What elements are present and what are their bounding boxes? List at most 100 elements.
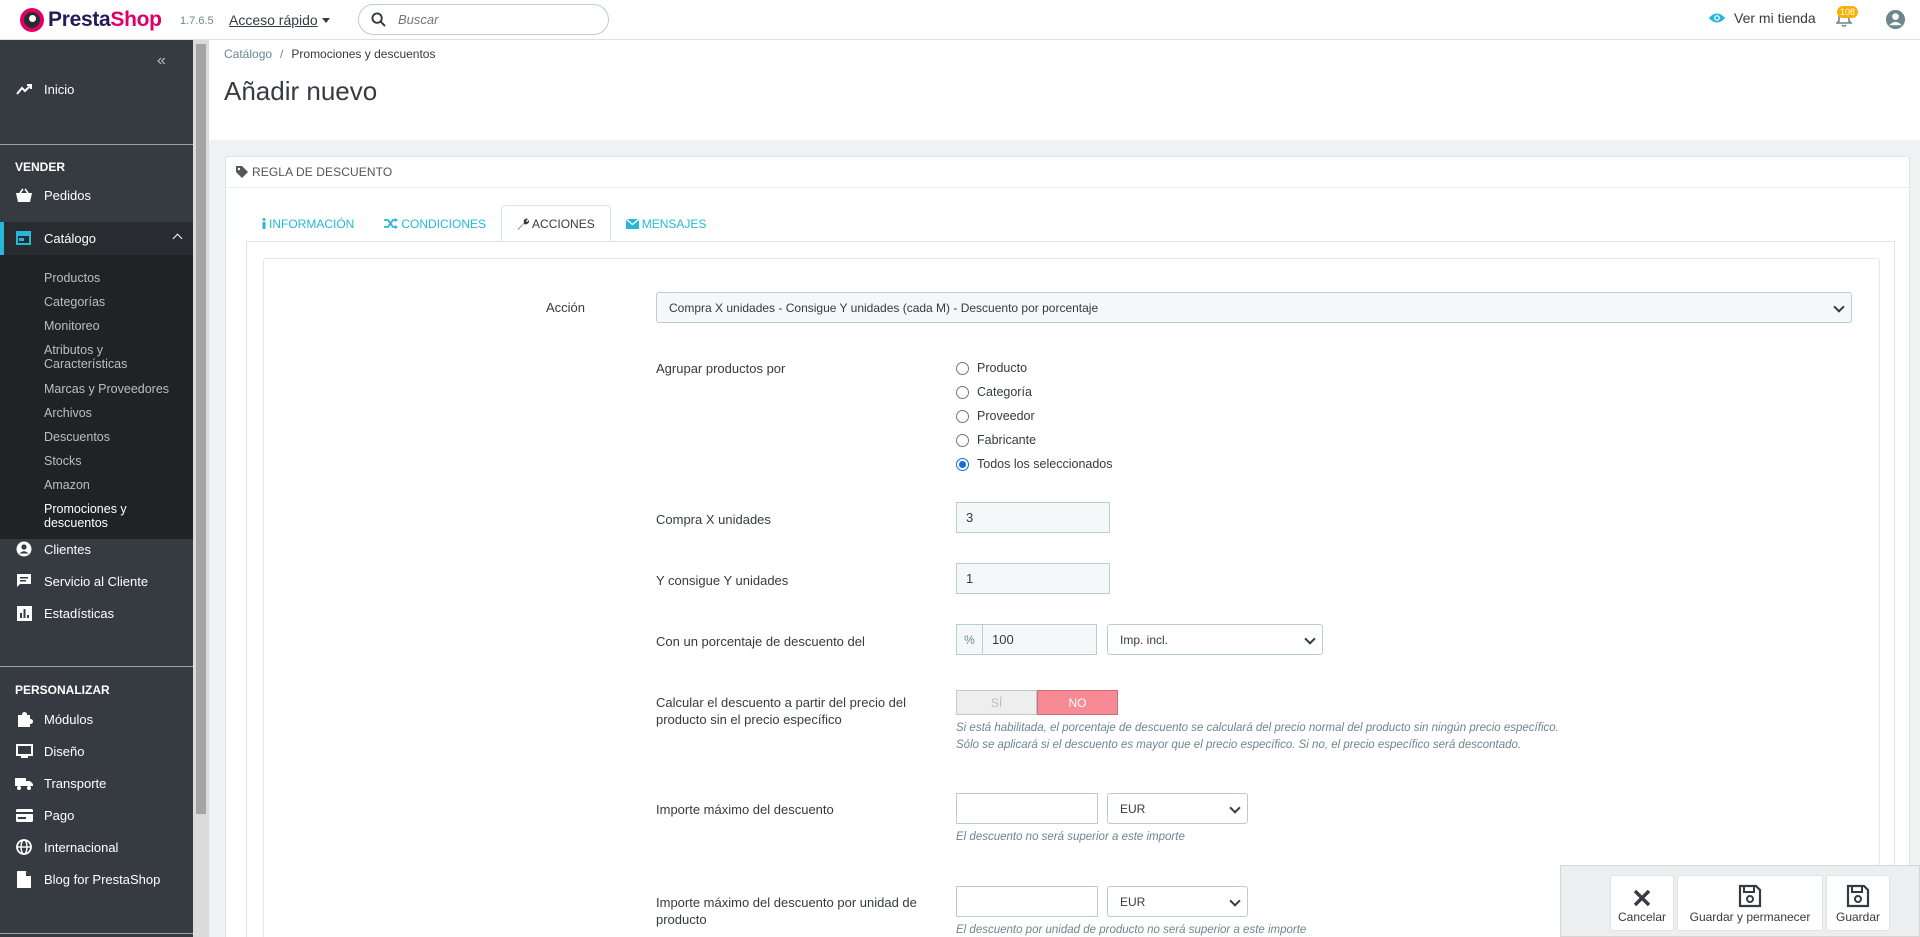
truck-icon xyxy=(15,774,33,792)
sidebar-subitem-files[interactable]: Archivos xyxy=(44,406,92,420)
sidebar-subitem-brands[interactable]: Marcas y Proveedores xyxy=(44,382,169,396)
tab-actions[interactable]: ACCIONES xyxy=(501,205,611,242)
panel-heading: REGLA DE DESCUENTO xyxy=(226,157,1909,188)
tax-select[interactable]: Imp. incl. xyxy=(1107,624,1323,655)
sidebar-subitem-promotions[interactable]: Promociones y descuentos xyxy=(44,502,127,530)
floppy-disk-icon xyxy=(1846,884,1870,908)
view-shop-link[interactable]: Ver mi tienda xyxy=(1708,10,1816,26)
catalog-submenu: Productos Categorías Monitoreo Atributos… xyxy=(0,255,193,539)
version-label: 1.7.6.5 xyxy=(180,15,214,27)
tab-messages[interactable]: MENSAJES xyxy=(611,205,722,242)
chevron-up-icon xyxy=(172,233,183,244)
group-option-category[interactable]: Categoría xyxy=(956,385,1032,399)
sidebar-divider xyxy=(0,666,193,667)
radio-button[interactable] xyxy=(956,361,969,375)
breadcrumb-catalog-link[interactable]: Catálogo xyxy=(224,47,272,61)
store-icon xyxy=(15,230,32,248)
tab-conditions[interactable]: CONDICIONES xyxy=(369,205,501,242)
breadcrumb: Catálogo / Promociones y descuentos xyxy=(224,47,436,61)
radio-button[interactable] xyxy=(956,433,969,447)
prestashop-logo[interactable]: PrestaShop xyxy=(20,8,162,32)
globe-icon xyxy=(15,838,33,856)
document-icon xyxy=(15,870,33,888)
quick-access-dropdown[interactable]: Acceso rápido xyxy=(229,12,330,28)
percent-input[interactable]: 100 xyxy=(982,624,1097,655)
sidebar-item-catalog[interactable]: Catálogo xyxy=(0,222,193,255)
group-option-supplier[interactable]: Proveedor xyxy=(956,409,1035,423)
calc-label: Calcular el descuento a partir del preci… xyxy=(656,695,907,727)
buy-x-label: Compra X unidades xyxy=(656,512,771,527)
sidebar-divider xyxy=(0,933,193,934)
chevron-down-icon xyxy=(1304,633,1316,645)
notifications-badge: 108 xyxy=(1837,6,1859,18)
radio-button[interactable] xyxy=(956,385,969,399)
calc-help-text: Si está habilitada, el porcentaje de des… xyxy=(956,722,1559,751)
cancel-button[interactable]: Cancelar xyxy=(1610,875,1674,931)
tab-information[interactable]: INFORMACIÓN xyxy=(247,205,369,242)
save-button[interactable]: Guardar xyxy=(1826,875,1890,931)
page-header: Catálogo / Promociones y descuentos Añadir… xyxy=(209,40,1920,140)
search-box[interactable] xyxy=(358,4,609,35)
page-title: Añadir nuevo xyxy=(224,76,378,106)
max-discount-input[interactable] xyxy=(956,793,1098,824)
desktop-icon xyxy=(15,742,33,760)
max-unit-discount-input[interactable] xyxy=(956,886,1098,917)
bar-chart-icon xyxy=(15,604,33,622)
sidebar-divider xyxy=(0,144,193,145)
close-icon xyxy=(1633,889,1651,907)
sidebar-subitem-stocks[interactable]: Stocks xyxy=(44,454,82,468)
sidebar-subitem-categories[interactable]: Categorías xyxy=(44,295,105,309)
section-sell: VENDER xyxy=(15,160,66,174)
calc-switch[interactable]: SÍ NO xyxy=(956,690,1118,715)
account-circle-icon xyxy=(15,540,33,558)
save-and-stay-button[interactable]: Guardar y permanecer xyxy=(1677,875,1823,931)
group-by-label: Agrupar productos por xyxy=(656,361,786,376)
sidebar-scrollbar[interactable] xyxy=(193,40,209,937)
shuffle-icon xyxy=(384,218,399,229)
floppy-disk-icon xyxy=(1738,884,1762,908)
action-select[interactable]: Compra X unidades - Consigue Y unidades … xyxy=(656,292,1852,323)
radio-button[interactable] xyxy=(956,409,969,423)
search-input[interactable] xyxy=(398,12,578,27)
buy-x-input[interactable]: 3 xyxy=(956,502,1110,533)
percent-label: Con un porcentaje de descuento del xyxy=(656,634,865,649)
top-header: PrestaShop 1.7.6.5 Acceso rápido Ver mi … xyxy=(0,0,1920,40)
sidebar: « Inicio VENDER Pedidos Catálogo Product… xyxy=(0,40,193,937)
action-label: Acción xyxy=(546,300,586,315)
notifications-button[interactable]: 108 xyxy=(1835,6,1859,31)
chevron-down-icon xyxy=(1229,802,1241,814)
get-y-input[interactable]: 1 xyxy=(956,563,1110,594)
radio-button-checked[interactable] xyxy=(956,457,969,471)
user-menu-button[interactable] xyxy=(1885,9,1906,33)
breadcrumb-current: Promociones y descuentos xyxy=(291,47,436,61)
sidebar-subitem-products[interactable]: Productos xyxy=(44,271,100,285)
user-avatar-icon xyxy=(1885,9,1906,30)
section-customize: PERSONALIZAR xyxy=(15,683,110,697)
sidebar-subitem-attributes[interactable]: Atributos y Características xyxy=(44,343,127,371)
envelope-icon xyxy=(625,218,639,229)
switch-no[interactable]: NO xyxy=(1037,690,1118,715)
sidebar-subitem-discounts[interactable]: Descuentos xyxy=(44,430,110,444)
max-unit-discount-help: El descuento por unidad de producto no s… xyxy=(956,924,1307,936)
get-y-label: Y consigue Y unidades xyxy=(656,573,789,588)
form-footer-toolbar: Cancelar Guardar y permanecer Guardar xyxy=(1560,865,1920,937)
collapse-sidebar-icon[interactable]: « xyxy=(157,52,166,70)
chevron-down-icon xyxy=(1833,301,1845,313)
group-option-manufacturer[interactable]: Fabricante xyxy=(956,433,1036,447)
max-discount-label: Importe máximo del descuento xyxy=(656,802,834,817)
percent-addon: % xyxy=(956,624,983,655)
max-currency-select[interactable]: EUR xyxy=(1107,793,1248,824)
switch-yes[interactable]: SÍ xyxy=(956,690,1037,715)
sidebar-subitem-amazon[interactable]: Amazon xyxy=(44,478,90,492)
trending-up-icon xyxy=(15,80,33,98)
chevron-down-icon xyxy=(1229,895,1241,907)
caret-down-icon xyxy=(321,18,330,23)
group-option-product[interactable]: Producto xyxy=(956,361,1027,375)
sidebar-subitem-monitoring[interactable]: Monitoreo xyxy=(44,319,100,333)
puzzle-icon xyxy=(15,710,33,728)
prestashop-logo-icon xyxy=(20,8,44,32)
group-option-all-selected[interactable]: Todos los seleccionados xyxy=(956,457,1113,471)
max-unit-currency-select[interactable]: EUR xyxy=(1107,886,1248,917)
tag-icon xyxy=(236,166,248,178)
wrench-icon xyxy=(518,218,530,230)
